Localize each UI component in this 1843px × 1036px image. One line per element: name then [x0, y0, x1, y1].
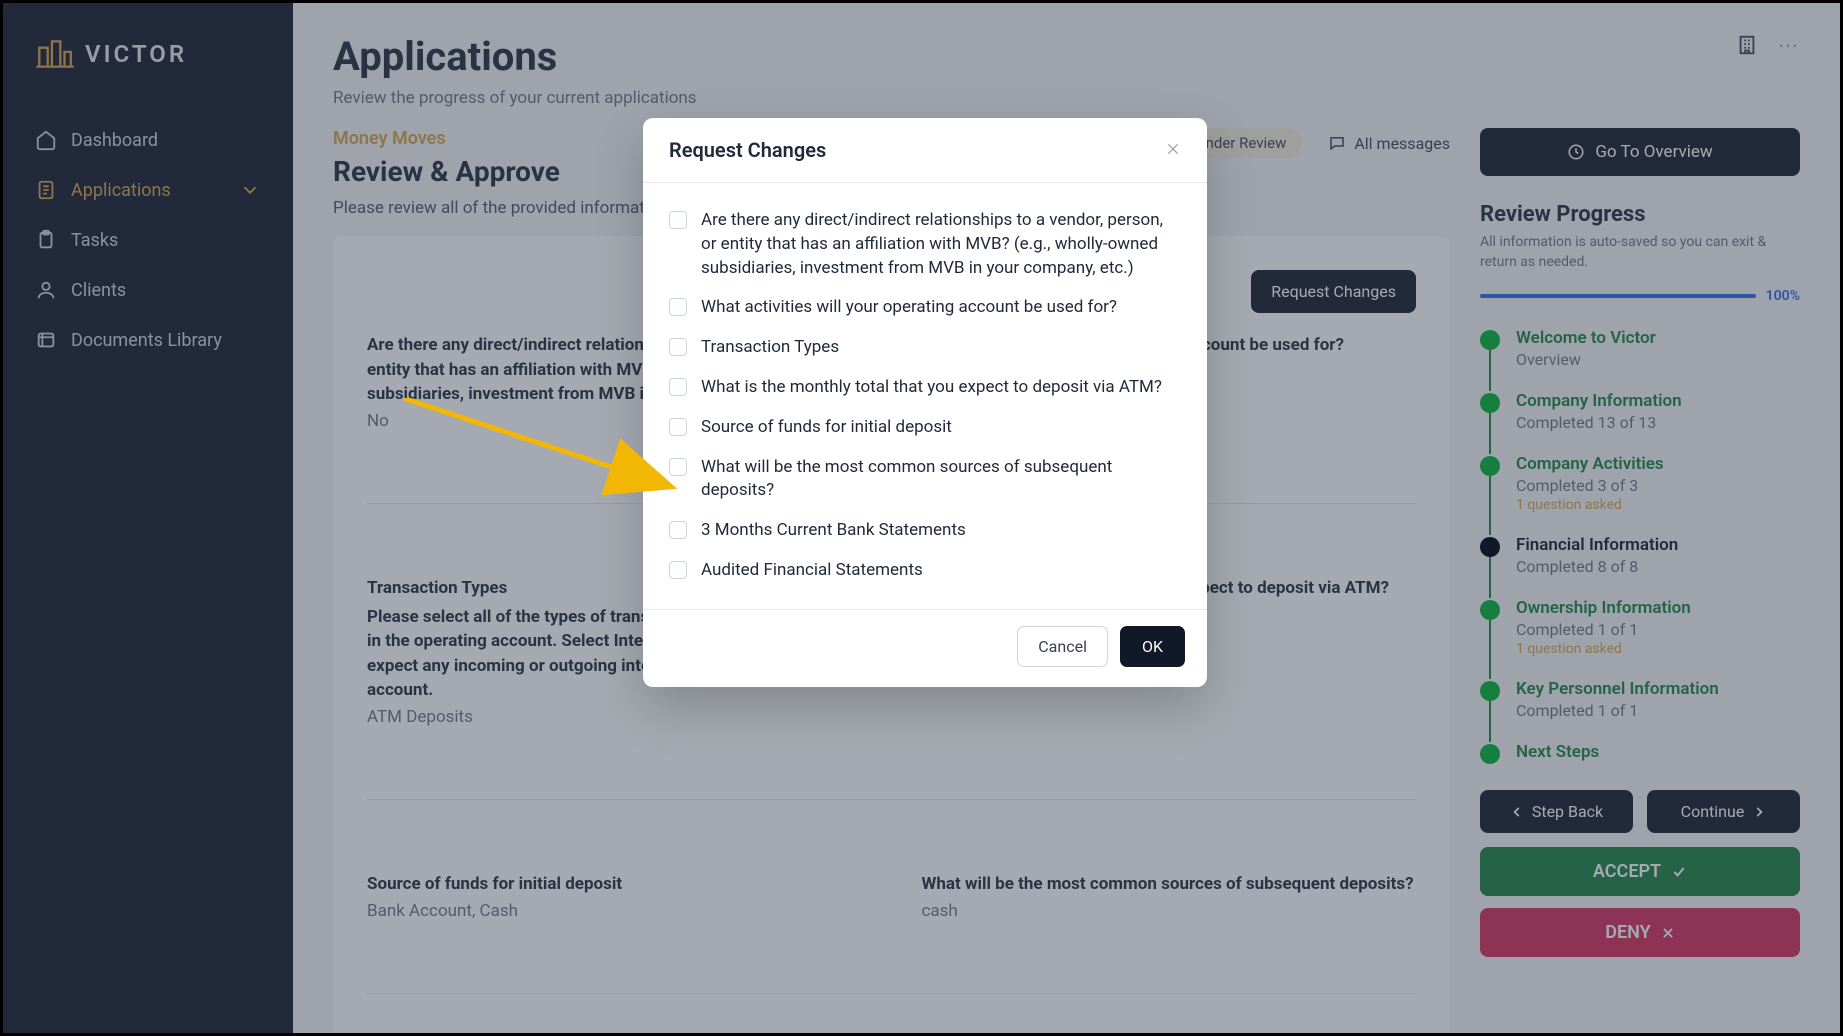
modal-option[interactable]: What activities will your operating acco…	[669, 288, 1181, 328]
modal-body: Are there any direct/indirect relationsh…	[643, 183, 1207, 609]
close-icon	[1165, 141, 1181, 157]
checkbox[interactable]	[669, 298, 687, 316]
option-label: What is the monthly total that you expec…	[701, 376, 1162, 400]
option-label: Transaction Types	[701, 336, 839, 360]
option-label: What activities will your operating acco…	[701, 296, 1117, 320]
checkbox[interactable]	[669, 338, 687, 356]
checkbox[interactable]	[669, 521, 687, 539]
modal-option[interactable]: Audited Financial Statements	[669, 551, 1181, 591]
option-label: What will be the most common sources of …	[701, 456, 1181, 504]
ok-button[interactable]: OK	[1120, 626, 1185, 667]
option-label: Are there any direct/indirect relationsh…	[701, 209, 1181, 280]
modal-option[interactable]: Are there any direct/indirect relationsh…	[669, 201, 1181, 288]
modal-option[interactable]: Transaction Types	[669, 328, 1181, 368]
request-changes-modal: Request Changes Are there any direct/ind…	[643, 118, 1207, 687]
modal-option[interactable]: What is the monthly total that you expec…	[669, 368, 1181, 408]
option-label: 3 Months Current Bank Statements	[701, 519, 966, 543]
checkbox[interactable]	[669, 418, 687, 436]
modal-option[interactable]: Source of funds for initial deposit	[669, 408, 1181, 448]
checkbox[interactable]	[669, 378, 687, 396]
checkbox[interactable]	[669, 211, 687, 229]
option-label: Audited Financial Statements	[701, 559, 923, 583]
modal-option[interactable]: 3 Months Current Bank Statements	[669, 511, 1181, 551]
cancel-button[interactable]: Cancel	[1017, 626, 1108, 667]
modal-option[interactable]: What will be the most common sources of …	[669, 448, 1181, 512]
checkbox[interactable]	[669, 561, 687, 579]
option-label: Source of funds for initial deposit	[701, 416, 952, 440]
modal-close-button[interactable]	[1165, 138, 1181, 162]
modal-title: Request Changes	[669, 138, 826, 162]
checkbox[interactable]	[669, 458, 687, 476]
